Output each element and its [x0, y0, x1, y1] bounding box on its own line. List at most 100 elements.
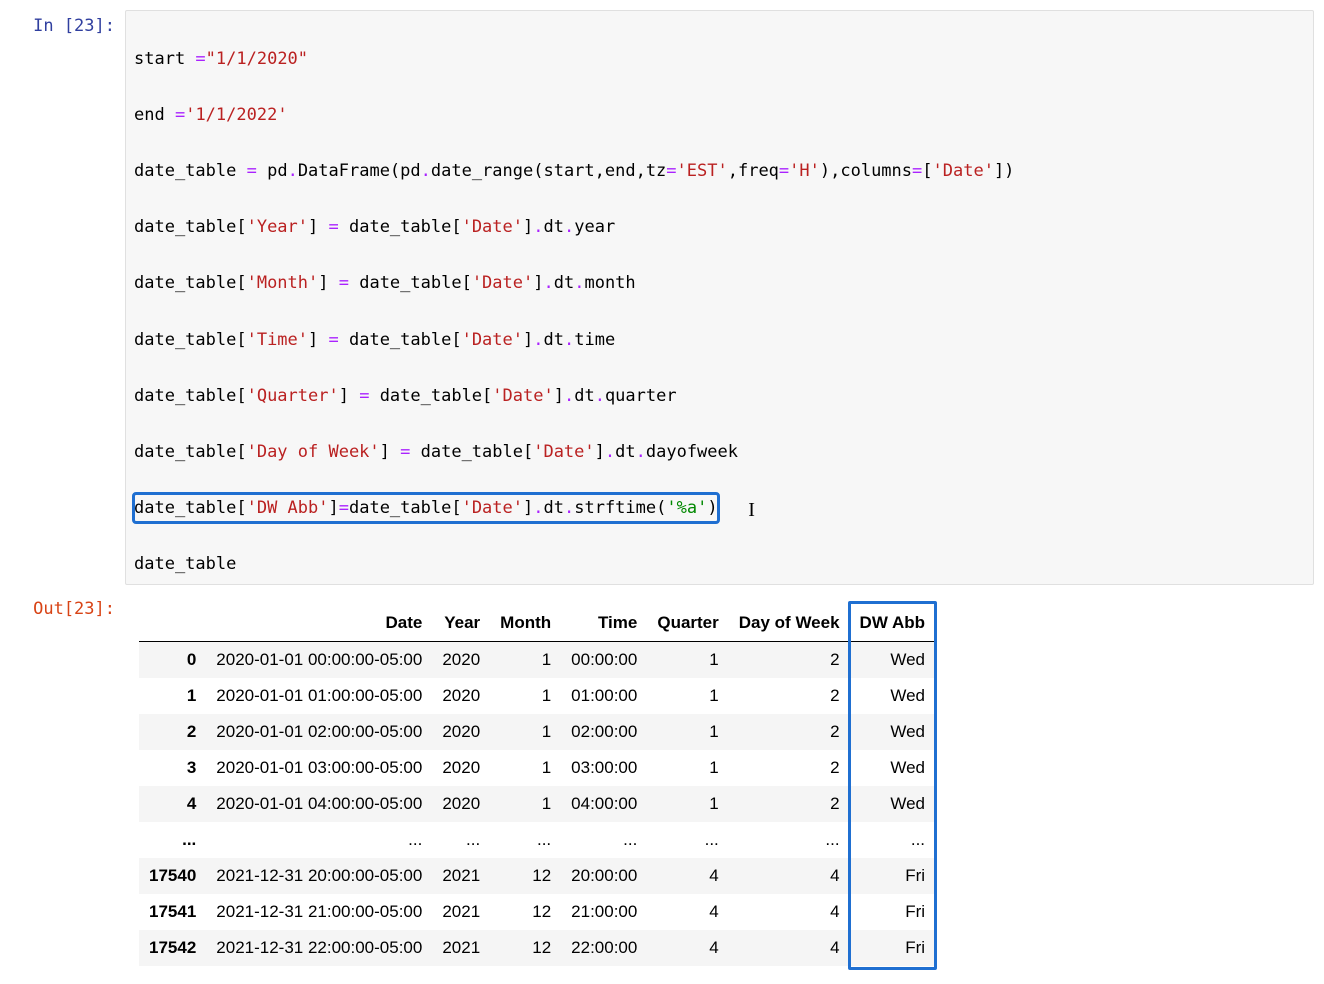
- token: 'Time': [247, 330, 308, 350]
- cell-date: 2021-12-31 21:00:00-05:00: [206, 894, 432, 930]
- cell-year: 2021: [432, 930, 490, 966]
- token: .: [564, 217, 574, 237]
- cell-date: 2020-01-01 03:00:00-05:00: [206, 750, 432, 786]
- cell-dow: ...: [729, 822, 850, 858]
- cell-dwabb: Fri: [850, 930, 935, 966]
- token: dt: [544, 330, 564, 350]
- cell-dwabb: Wed: [850, 678, 935, 714]
- cell-quarter: 4: [647, 930, 728, 966]
- cell-dwabb: Fri: [850, 894, 935, 930]
- cell-year: ...: [432, 822, 490, 858]
- token: date_table[: [134, 498, 247, 518]
- code-line-3: date_table['Year'] = date_table['Date'].…: [134, 213, 1305, 241]
- cell-month: 1: [490, 641, 561, 678]
- cell-dwabb: ...: [850, 822, 935, 858]
- token: 'Day of Week': [247, 442, 380, 462]
- code-line-4: date_table['Month'] = date_table['Date']…: [134, 269, 1305, 297]
- cell-dow: 2: [729, 750, 850, 786]
- cell-time: ...: [561, 822, 647, 858]
- cell-date: ...: [206, 822, 432, 858]
- cell-quarter: 1: [647, 750, 728, 786]
- token: =: [912, 161, 922, 181]
- code-line-5: date_table['Time'] = date_table['Date'].…: [134, 326, 1305, 354]
- token: .: [543, 273, 553, 293]
- token: 'DW Abb': [247, 498, 329, 518]
- code-line-0: start ="1/1/2020": [134, 45, 1305, 73]
- cell-quarter: 1: [647, 641, 728, 678]
- cell-time: 00:00:00: [561, 641, 647, 678]
- token: date_table: [134, 161, 247, 181]
- code-line-1: end ='1/1/2022': [134, 101, 1305, 129]
- table-row: 175412021-12-31 21:00:00-05:0020211221:0…: [139, 894, 935, 930]
- code-line-6: date_table['Quarter'] = date_table['Date…: [134, 382, 1305, 410]
- cell-year: 2020: [432, 678, 490, 714]
- col-quarter: Quarter: [647, 605, 728, 642]
- token: date_table[: [134, 442, 247, 462]
- token: 'Quarter': [247, 386, 339, 406]
- token: 'Date': [492, 386, 553, 406]
- cell-quarter: 1: [647, 714, 728, 750]
- cell-dow: 2: [729, 786, 850, 822]
- table-row: 42020-01-01 04:00:00-05:002020104:00:001…: [139, 786, 935, 822]
- token: ]: [339, 386, 359, 406]
- row-index: 0: [139, 641, 206, 678]
- token: month: [584, 273, 635, 293]
- cell-time: 04:00:00: [561, 786, 647, 822]
- table-row: 175402021-12-31 20:00:00-05:0020211220:0…: [139, 858, 935, 894]
- token: =: [329, 330, 339, 350]
- cell-year: 2020: [432, 714, 490, 750]
- token: =: [666, 161, 676, 181]
- col-time: Time: [561, 605, 647, 642]
- cell-month: 12: [490, 930, 561, 966]
- token: year: [574, 217, 615, 237]
- token: .: [636, 442, 646, 462]
- cell-quarter: 1: [647, 678, 728, 714]
- table-row: 12020-01-01 01:00:00-05:002020101:00:001…: [139, 678, 935, 714]
- token: =: [195, 49, 205, 69]
- cell-time: 03:00:00: [561, 750, 647, 786]
- cell-month: 1: [490, 786, 561, 822]
- token: date_range(start,end,tz: [431, 161, 666, 181]
- cell-dwabb: Fri: [850, 858, 935, 894]
- col-dw-abb: DW Abb: [850, 605, 935, 642]
- token: 'Date': [472, 273, 533, 293]
- token: DataFrame(pd: [298, 161, 421, 181]
- cell-date: 2021-12-31 22:00:00-05:00: [206, 930, 432, 966]
- token: .: [421, 161, 431, 181]
- output-cell: Out[23]: Date Year Month Time Quarter Da…: [10, 593, 1314, 966]
- token: .: [574, 273, 584, 293]
- cell-quarter: 4: [647, 858, 728, 894]
- cell-date: 2020-01-01 04:00:00-05:00: [206, 786, 432, 822]
- token: .: [564, 386, 574, 406]
- row-index: 4: [139, 786, 206, 822]
- token: strftime(: [574, 498, 666, 518]
- token: .: [605, 442, 615, 462]
- table-row: ........................: [139, 822, 935, 858]
- token: 'Date': [462, 330, 523, 350]
- token: 'Month': [247, 273, 319, 293]
- token: '%a': [666, 498, 707, 518]
- token: =: [339, 498, 349, 518]
- token: =: [339, 273, 349, 293]
- cell-month: 12: [490, 894, 561, 930]
- cell-dwabb: Wed: [850, 786, 935, 822]
- output-area: Date Year Month Time Quarter Day of Week…: [125, 593, 1314, 966]
- token: ): [707, 498, 717, 518]
- token: ]: [533, 273, 543, 293]
- token: date_table[: [339, 330, 462, 350]
- token: ]: [380, 442, 400, 462]
- token: dt: [615, 442, 635, 462]
- code-input-area[interactable]: start ="1/1/2020" end ='1/1/2022' date_t…: [125, 10, 1314, 585]
- token: 'Date': [933, 161, 994, 181]
- token: .: [564, 330, 574, 350]
- token: date_table[: [134, 386, 247, 406]
- token: .: [595, 386, 605, 406]
- table-row: 175422021-12-31 22:00:00-05:0020211222:0…: [139, 930, 935, 966]
- cell-year: 2020: [432, 750, 490, 786]
- highlighted-code-box: date_table['DW Abb']=date_table['Date'].…: [134, 494, 718, 522]
- cell-dow: 2: [729, 641, 850, 678]
- cell-year: 2021: [432, 858, 490, 894]
- cell-dow: 4: [729, 930, 850, 966]
- token: =: [359, 386, 369, 406]
- cell-time: 01:00:00: [561, 678, 647, 714]
